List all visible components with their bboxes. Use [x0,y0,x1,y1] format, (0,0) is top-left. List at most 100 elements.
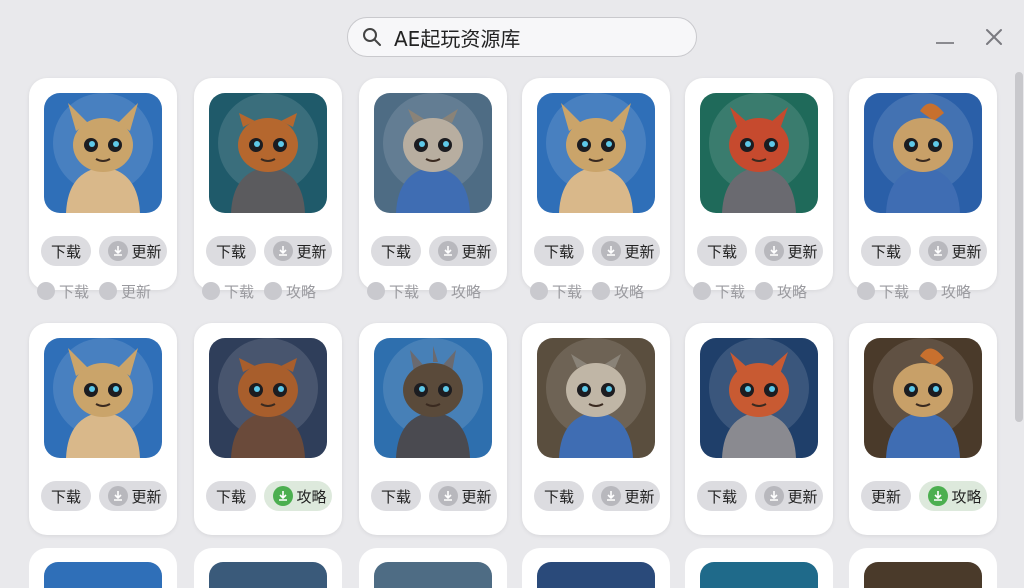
action-icon [99,282,118,300]
character-thumbnail[interactable] [209,562,327,588]
first-action-button[interactable]: 下载 [534,236,584,266]
second-action-button[interactable]: 更新 [755,236,823,266]
character-thumbnail[interactable] [537,562,655,588]
second-action-button[interactable]: 更新 [429,481,497,511]
action-icon [264,282,283,300]
close-button[interactable] [983,26,1005,48]
resource-card[interactable]: 下载 更新 [522,78,670,290]
resource-card[interactable] [29,548,177,588]
second-action-label: 更新 [296,242,327,261]
scrollbar[interactable] [1015,72,1023,422]
search-icon [363,28,381,46]
resource-card[interactable]: 下载 更新 [359,323,507,535]
character-thumbnail[interactable] [374,93,492,213]
character-thumbnail[interactable] [864,562,982,588]
character-thumbnail[interactable] [700,562,818,588]
download-icon [764,486,785,506]
first-action-button[interactable]: 下载 [371,481,421,511]
download-icon [273,486,294,506]
second-action-button[interactable]: 更新 [429,236,497,266]
ghost-action[interactable]: 攻略 [264,281,316,302]
character-thumbnail[interactable] [864,338,982,458]
character-thumbnail[interactable] [537,93,655,213]
resource-card[interactable]: 下载 更新 [685,323,833,535]
character-thumbnail[interactable] [374,562,492,588]
second-action-button[interactable]: 更新 [755,481,823,511]
second-action-label: 更新 [787,487,818,506]
resource-card[interactable] [685,548,833,588]
first-action-button[interactable]: 下载 [697,481,747,511]
download-icon [530,282,548,300]
action-icon [592,282,611,300]
character-art [374,338,492,458]
close-icon [986,29,1002,45]
character-art [44,93,162,213]
resource-card[interactable] [194,548,342,588]
download-icon [928,486,949,506]
second-action-button[interactable]: 更新 [592,236,660,266]
resource-card[interactable]: 下载 更新 [522,323,670,535]
character-art [864,338,982,458]
character-thumbnail[interactable] [700,93,818,213]
resource-card[interactable]: 下载 更新 [359,78,507,290]
ghost-download[interactable]: 下载 [530,281,582,302]
character-thumbnail[interactable] [209,93,327,213]
first-action-button[interactable]: 下载 [371,236,421,266]
character-thumbnail[interactable] [44,93,162,213]
ghost-download[interactable]: 下载 [202,281,254,302]
character-art [700,93,818,213]
resource-card[interactable]: 下载 更新 [194,78,342,290]
resource-card[interactable] [849,548,997,588]
character-thumbnail[interactable] [209,338,327,458]
first-action-button[interactable]: 下载 [41,481,91,511]
second-action-button[interactable]: 更新 [592,481,660,511]
resource-card[interactable]: 下载 更新 [849,78,997,290]
ghost-action[interactable]: 攻略 [919,281,971,302]
resource-card[interactable]: 下载 更新 [685,78,833,290]
second-action-button[interactable]: 更新 [264,236,332,266]
ghost-download[interactable]: 下载 [857,281,909,302]
second-action-button[interactable]: 攻略 [919,481,987,511]
ghost-action[interactable]: 攻略 [755,281,807,302]
second-action-label: 更新 [131,242,162,261]
character-art [44,338,162,458]
ghost-download[interactable]: 下载 [37,281,89,302]
second-action-button[interactable]: 更新 [99,236,167,266]
second-action-button[interactable]: 更新 [99,481,167,511]
ghost-action[interactable]: 攻略 [592,281,644,302]
second-action-button[interactable]: 更新 [919,236,987,266]
second-action-button[interactable]: 攻略 [264,481,332,511]
download-icon [601,486,622,506]
character-thumbnail[interactable] [864,93,982,213]
ghost-download[interactable]: 下载 [367,281,419,302]
resource-card[interactable]: 下载 攻略 [194,323,342,535]
resource-card[interactable]: 更新 攻略 [849,323,997,535]
first-action-button[interactable]: 更新 [861,481,911,511]
ghost-action[interactable]: 攻略 [429,281,481,302]
character-thumbnail[interactable] [537,338,655,458]
download-icon [37,282,55,300]
resource-card[interactable] [522,548,670,588]
first-action-button[interactable]: 下载 [206,236,256,266]
secondary-action-row: 下载 攻略 [202,278,316,304]
first-action-button[interactable]: 下载 [534,481,584,511]
character-thumbnail[interactable] [700,338,818,458]
first-action-button[interactable]: 下载 [861,236,911,266]
minimize-button[interactable] [934,26,956,48]
resource-card[interactable]: 下载 更新 [29,323,177,535]
character-thumbnail[interactable] [44,338,162,458]
ghost-download[interactable]: 下载 [693,281,745,302]
search-input[interactable] [392,24,676,50]
resource-card[interactable] [359,548,507,588]
character-thumbnail[interactable] [374,338,492,458]
action-icon [429,282,448,300]
action-icon [919,282,938,300]
resource-card[interactable]: 下载 更新 [29,78,177,290]
ghost-action[interactable]: 更新 [99,281,151,302]
first-action-button[interactable]: 下载 [41,236,91,266]
character-art [700,338,818,458]
search-bar[interactable] [347,17,697,57]
first-action-button[interactable]: 下载 [697,236,747,266]
first-action-button[interactable]: 下载 [206,481,256,511]
character-thumbnail[interactable] [44,562,162,588]
